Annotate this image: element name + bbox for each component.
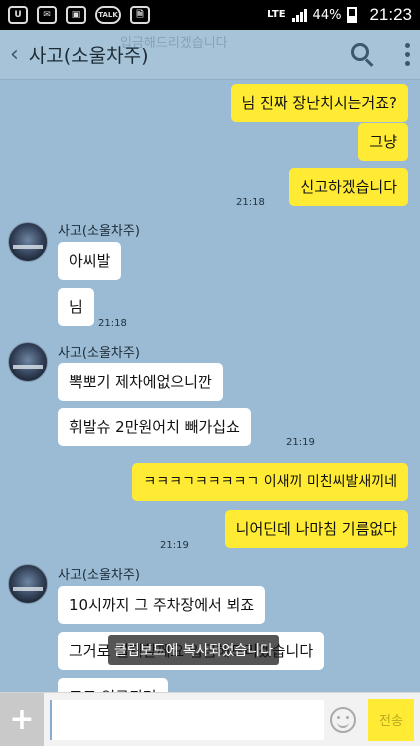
avatar[interactable]: [8, 342, 48, 382]
send-button[interactable]: 전송: [368, 698, 414, 741]
my-message[interactable]: ㅋㅋㅋㄱㅋㅋㅋㅋㄱ 이새끼 미친씨발새끼네: [132, 463, 408, 501]
other-message[interactable]: 뽁뽀기 제차에없으니깐: [58, 363, 223, 401]
sender-name: 사고(소울차주): [58, 568, 140, 583]
battery-icon: [347, 7, 358, 23]
avatar[interactable]: [8, 564, 48, 604]
gallery-icon: ▣: [66, 6, 86, 24]
mail-icon: ✉: [37, 6, 57, 24]
u-app-icon: U: [8, 6, 28, 24]
my-message[interactable]: 신고하겠습니다: [289, 168, 408, 206]
network-type: LTE: [267, 9, 286, 20]
emoji-icon[interactable]: [330, 706, 356, 733]
more-menu-icon[interactable]: [405, 43, 410, 66]
sender-name: 사고(소울차주): [58, 346, 140, 361]
other-message[interactable]: 그그 입금되면: [58, 678, 168, 692]
signal-icon: [291, 8, 307, 22]
notification-icons: U ✉ ▣ TALK 🗎: [8, 6, 150, 24]
other-message[interactable]: 10시까지 그 주차장에서 뵈죠: [58, 586, 266, 624]
message-time: 21:18: [98, 318, 127, 329]
search-icon[interactable]: [351, 42, 375, 67]
other-message[interactable]: 아씨발: [58, 242, 122, 280]
header-ghost-text: 입금해드리겠습니다: [120, 36, 228, 51]
other-message[interactable]: 휘발슈 2만원어치 빼가십쇼: [58, 408, 251, 446]
my-message[interactable]: 님 진짜 장난치시는거죠?: [230, 84, 408, 122]
status-time: 21:23: [369, 5, 412, 24]
message-time: 21:18: [236, 197, 265, 208]
sender-name: 사고(소울차주): [58, 224, 140, 239]
chat-area[interactable]: 님 진짜 장난치시는거죠? 그냥 신고하겠습니다 21:18 사고(소울차주) …: [0, 80, 420, 692]
kakaotalk-icon: TALK: [95, 6, 121, 24]
my-message[interactable]: 그냥: [358, 123, 408, 161]
avatar[interactable]: [8, 222, 48, 262]
clipboard-toast: 클립보드에 복사되었습니다: [108, 635, 280, 665]
status-bar: U ✉ ▣ TALK 🗎 LTE 44% 21:23: [0, 0, 420, 30]
message-input[interactable]: [50, 699, 324, 740]
other-message[interactable]: 님: [58, 288, 94, 326]
attach-plus-button[interactable]: +: [0, 692, 44, 746]
chat-header: 입금해드리겠습니다 ‹ 사고(소울차주): [0, 30, 420, 80]
message-time: 21:19: [160, 540, 189, 551]
battery-percent: 44%: [312, 7, 342, 23]
briefcase-icon: 🗎: [130, 6, 150, 24]
back-icon[interactable]: ‹: [10, 42, 19, 67]
message-time: 21:19: [286, 437, 315, 448]
my-message[interactable]: 니어딘데 나마침 기름없다: [224, 510, 408, 548]
input-bar: + 전송: [0, 692, 420, 746]
